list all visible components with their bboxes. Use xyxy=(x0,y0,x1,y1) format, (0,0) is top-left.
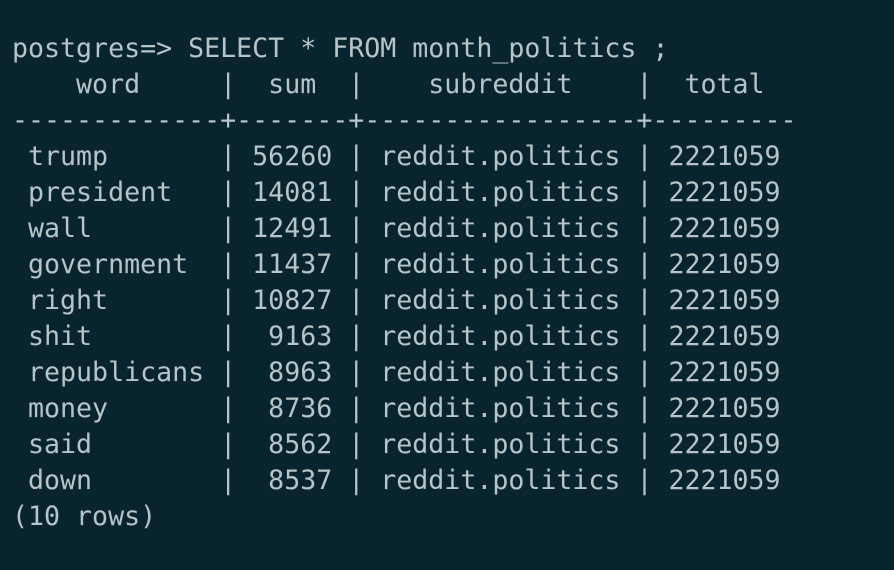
cell-word: wall xyxy=(12,213,221,244)
column-divider: | xyxy=(636,177,653,208)
cell-total: 2221059 xyxy=(652,465,781,496)
column-divider: | xyxy=(348,141,365,172)
column-divider: | xyxy=(636,357,653,388)
column-divider: | xyxy=(348,393,365,424)
column-divider: | xyxy=(220,429,237,460)
header-separator: -------------+-------+-----------------+… xyxy=(12,105,797,136)
row-count-footer: (10 rows) xyxy=(12,501,157,532)
column-divider: | xyxy=(636,141,653,172)
cell-subreddit: reddit.politics xyxy=(364,357,637,388)
table-row: right | 10827 | reddit.politics | 222105… xyxy=(12,283,894,319)
cell-subreddit: reddit.politics xyxy=(364,177,637,208)
cell-subreddit: reddit.politics xyxy=(364,321,637,352)
column-divider: | xyxy=(348,429,365,460)
cell-word: down xyxy=(12,465,221,496)
column-divider: | xyxy=(348,69,365,100)
result-header: word | sum | subreddit | total xyxy=(12,67,894,103)
table-row: president | 14081 | reddit.politics | 22… xyxy=(12,175,894,211)
table-row: government | 11437 | reddit.politics | 2… xyxy=(12,247,894,283)
column-divider: | xyxy=(220,177,237,208)
cell-word: shit xyxy=(12,321,221,352)
table-row: money | 8736 | reddit.politics | 2221059 xyxy=(12,391,894,427)
column-divider: | xyxy=(220,285,237,316)
column-divider: | xyxy=(220,465,237,496)
column-divider: | xyxy=(636,321,653,352)
column-divider: | xyxy=(348,321,365,352)
cell-sum: 14081 xyxy=(236,177,349,208)
cell-subreddit: reddit.politics xyxy=(364,213,637,244)
cell-subreddit: reddit.politics xyxy=(364,285,637,316)
column-divider: | xyxy=(348,177,365,208)
column-divider: | xyxy=(220,213,237,244)
cell-total: 2221059 xyxy=(652,177,781,208)
cell-sum: 8963 xyxy=(236,357,349,388)
cell-sum: 8537 xyxy=(236,465,349,496)
table-row: shit | 9163 | reddit.politics | 2221059 xyxy=(12,319,894,355)
column-divider: | xyxy=(636,429,653,460)
cell-total: 2221059 xyxy=(652,357,781,388)
cell-word: government xyxy=(12,249,221,280)
result-rows: trump | 56260 | reddit.politics | 222105… xyxy=(12,139,894,499)
cell-total: 2221059 xyxy=(652,393,781,424)
column-header-sum: sum xyxy=(236,69,349,100)
table-row: down | 8537 | reddit.politics | 2221059 xyxy=(12,463,894,499)
column-divider: | xyxy=(636,213,653,244)
column-divider: | xyxy=(220,69,237,100)
column-divider: | xyxy=(348,285,365,316)
column-divider: | xyxy=(636,285,653,316)
command-line: postgres=> SELECT * FROM month_politics … xyxy=(12,31,894,67)
terminal-window[interactable]: postgres=> SELECT * FROM month_politics … xyxy=(0,0,894,570)
cell-sum: 8736 xyxy=(236,393,349,424)
cell-word: right xyxy=(12,285,221,316)
column-divider: | xyxy=(220,357,237,388)
table-row: republicans | 8963 | reddit.politics | 2… xyxy=(12,355,894,391)
cell-word: republicans xyxy=(12,357,221,388)
column-header-total: total xyxy=(652,69,797,100)
column-divider: | xyxy=(220,141,237,172)
column-divider: | xyxy=(220,321,237,352)
column-divider: | xyxy=(348,465,365,496)
cell-word: said xyxy=(12,429,221,460)
table-row: said | 8562 | reddit.politics | 2221059 xyxy=(12,427,894,463)
cell-sum: 9163 xyxy=(236,321,349,352)
column-divider: | xyxy=(636,393,653,424)
column-header-subreddit: subreddit xyxy=(364,69,637,100)
cell-total: 2221059 xyxy=(652,321,781,352)
cell-total: 2221059 xyxy=(652,429,781,460)
column-divider: | xyxy=(348,357,365,388)
cell-subreddit: reddit.politics xyxy=(364,141,637,172)
cell-total: 2221059 xyxy=(652,249,781,280)
cell-subreddit: reddit.politics xyxy=(364,465,637,496)
cell-sum: 56260 xyxy=(236,141,349,172)
cell-subreddit: reddit.politics xyxy=(364,429,637,460)
column-divider: | xyxy=(220,393,237,424)
cell-sum: 10827 xyxy=(236,285,349,316)
command-text: SELECT * FROM month_politics ; xyxy=(188,33,669,64)
cell-subreddit: reddit.politics xyxy=(364,249,637,280)
table-row: trump | 56260 | reddit.politics | 222105… xyxy=(12,139,894,175)
column-divider: | xyxy=(348,249,365,280)
table-row: wall | 12491 | reddit.politics | 2221059 xyxy=(12,211,894,247)
cell-sum: 11437 xyxy=(236,249,349,280)
cell-word: trump xyxy=(12,141,221,172)
column-header-word: word xyxy=(12,69,221,100)
cell-word: president xyxy=(12,177,221,208)
cell-sum: 8562 xyxy=(236,429,349,460)
cell-total: 2221059 xyxy=(652,213,781,244)
cell-sum: 12491 xyxy=(236,213,349,244)
column-divider: | xyxy=(636,69,653,100)
column-divider: | xyxy=(636,249,653,280)
column-divider: | xyxy=(636,465,653,496)
prompt-text: postgres=> xyxy=(12,33,189,64)
cell-word: money xyxy=(12,393,221,424)
cell-subreddit: reddit.politics xyxy=(364,393,637,424)
column-divider: | xyxy=(220,249,237,280)
column-divider: | xyxy=(348,213,365,244)
cell-total: 2221059 xyxy=(652,141,781,172)
cell-total: 2221059 xyxy=(652,285,781,316)
